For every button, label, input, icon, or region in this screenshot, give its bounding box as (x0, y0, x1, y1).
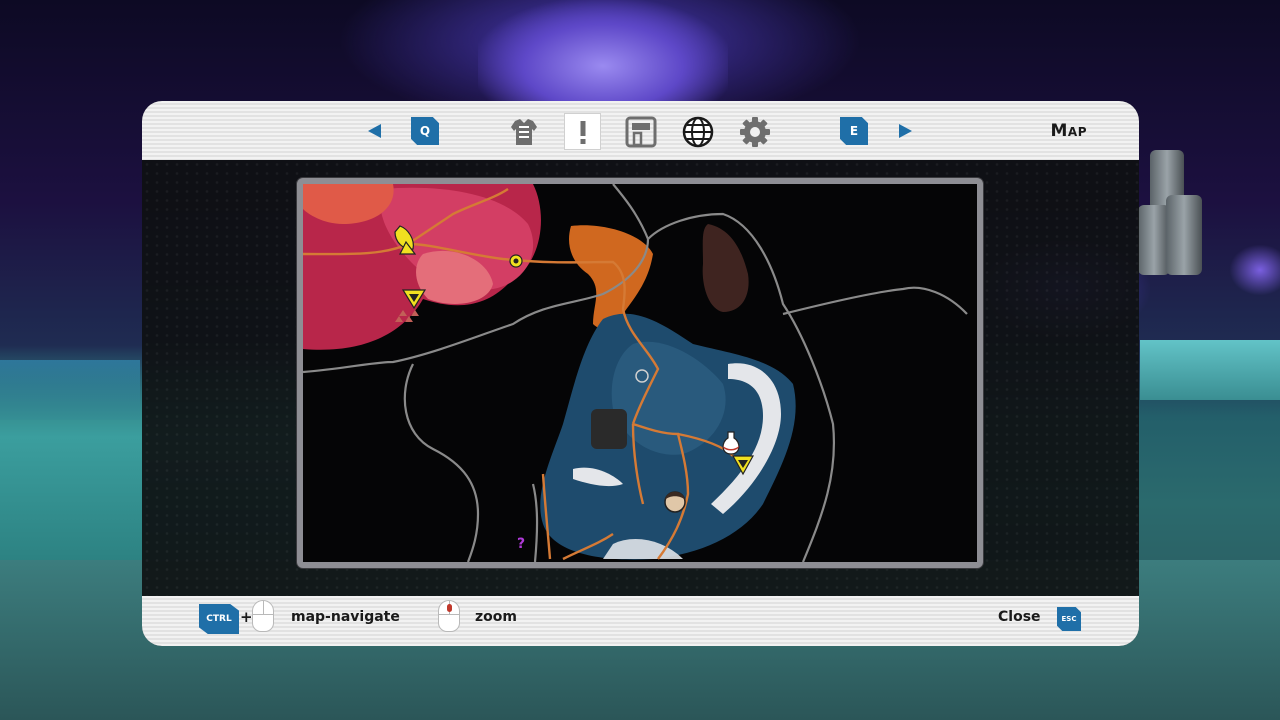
menu-panel: Q E Map ? CTRL + map-navigate zoom Close… (142, 101, 1139, 646)
next-tab-key[interactable]: E (840, 117, 868, 145)
previous-tab-key[interactable]: Q (411, 117, 439, 145)
tab-map[interactable] (679, 113, 716, 150)
mouse-left-icon (252, 600, 274, 632)
resource-node-icon[interactable] (509, 254, 523, 268)
player-portrait-icon[interactable] (664, 491, 686, 513)
gear-icon (739, 116, 770, 147)
background-structure (1130, 150, 1210, 280)
close-button[interactable]: Close (998, 609, 1041, 625)
exclamation-icon (580, 120, 585, 144)
globe-icon (682, 116, 713, 147)
plus-sign: + (240, 608, 253, 626)
map-area: ? (142, 160, 1139, 596)
page-title: Map (1050, 121, 1087, 141)
base-icon (625, 116, 656, 147)
navigate-hint: map-navigate (291, 609, 400, 625)
tab-equipment[interactable] (505, 113, 542, 150)
world-map[interactable]: ? (303, 184, 977, 562)
zoom-hint: zoom (475, 609, 517, 625)
mouse-wheel-icon (438, 600, 460, 632)
armor-icon (510, 118, 537, 145)
map-viewport[interactable]: ? (297, 178, 983, 568)
background-grass-right (1140, 340, 1280, 400)
tab-base[interactable] (622, 113, 659, 150)
ruins-structure (591, 409, 627, 449)
background-foliage-right (1230, 245, 1280, 295)
unknown-location-icon[interactable]: ? (517, 536, 525, 552)
ctrl-key: CTRL (199, 604, 239, 634)
menu-header: Q E Map (142, 101, 1139, 160)
tab-quests[interactable] (564, 113, 601, 150)
tab-settings[interactable] (736, 113, 773, 150)
next-tab-arrow-icon[interactable] (899, 124, 912, 138)
esc-key[interactable]: ESC (1057, 607, 1081, 631)
previous-tab-arrow-icon[interactable] (368, 124, 381, 138)
background-tree (478, 0, 728, 110)
menu-footer: CTRL + map-navigate zoom Close ESC (142, 596, 1139, 646)
